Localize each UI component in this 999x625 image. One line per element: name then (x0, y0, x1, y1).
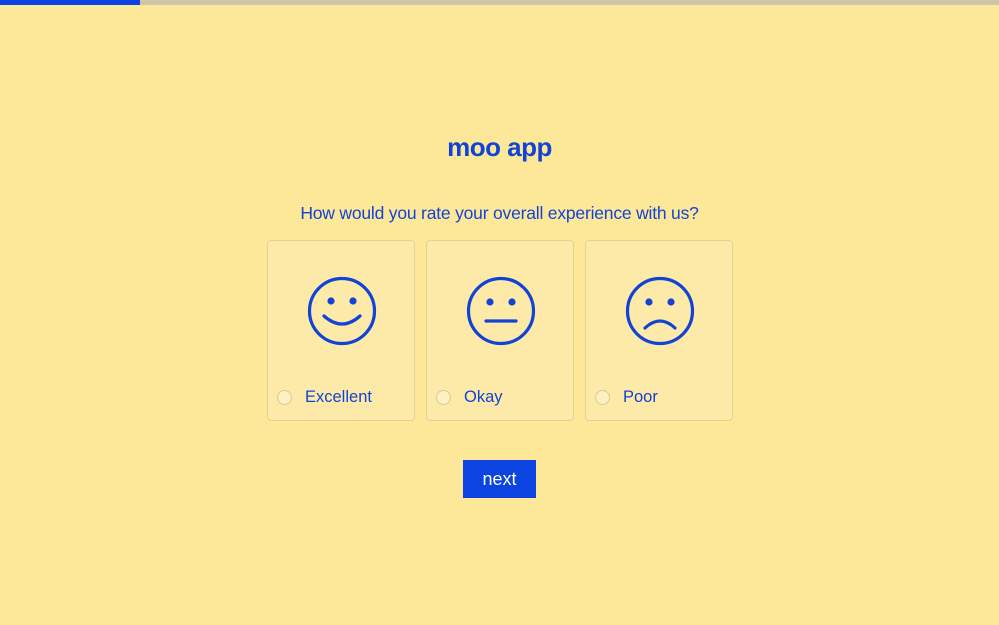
option-label-excellent: Excellent (305, 388, 372, 406)
smiling-face-icon (307, 276, 377, 346)
rating-options: Excellent Okay Poor (267, 240, 733, 421)
progress-bar (0, 0, 999, 5)
radio-poor[interactable] (595, 390, 610, 405)
option-card-excellent[interactable]: Excellent (267, 240, 415, 421)
option-label-okay: Okay (464, 388, 503, 406)
radio-okay[interactable] (436, 390, 451, 405)
radio-excellent[interactable] (277, 390, 292, 405)
frowning-face-icon (625, 276, 695, 346)
survey-question: How would you rate your overall experien… (300, 203, 699, 223)
progress-bar-fill (0, 0, 140, 5)
option-card-poor[interactable]: Poor (585, 240, 733, 421)
app-title: moo app (447, 132, 552, 162)
option-card-okay[interactable]: Okay (426, 240, 574, 421)
next-button[interactable]: next (463, 460, 536, 498)
option-label-poor: Poor (623, 388, 658, 406)
neutral-face-icon (466, 276, 536, 346)
